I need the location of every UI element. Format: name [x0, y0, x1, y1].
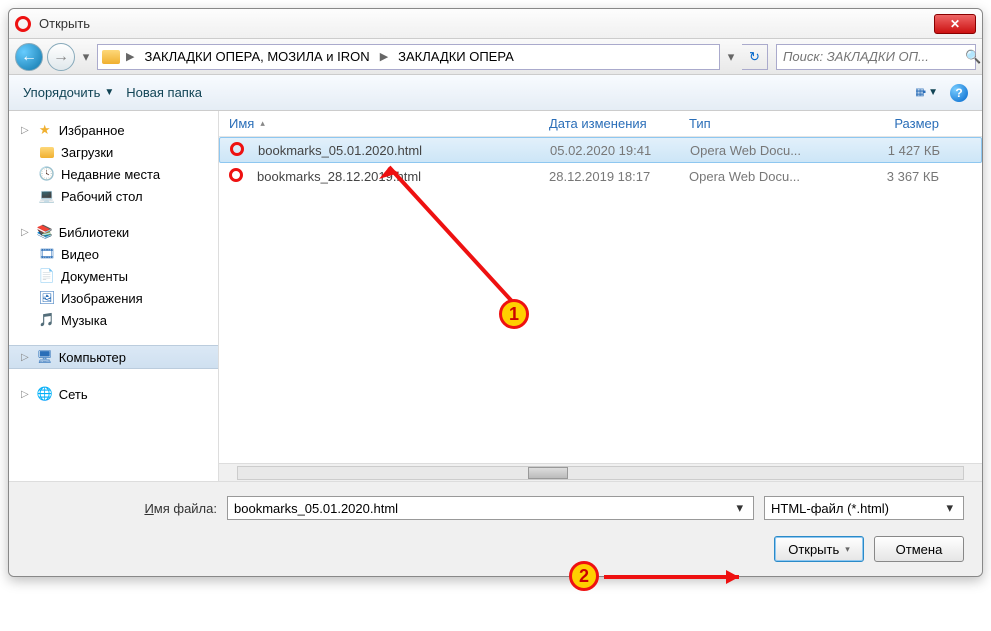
sidebar-downloads[interactable]: Загрузки [9, 141, 218, 163]
chevron-right-icon: ▶ [122, 50, 138, 63]
forward-button[interactable]: → [47, 43, 75, 71]
back-button[interactable]: ← [15, 43, 43, 71]
sidebar-pictures[interactable]: 🖼Изображения [9, 287, 218, 309]
sidebar-network[interactable]: ▷🌐Сеть [9, 383, 218, 405]
sidebar-libraries[interactable]: ▷📚Библиотеки [9, 221, 218, 243]
sidebar-music[interactable]: 🎵Музыка [9, 309, 218, 331]
file-row[interactable]: bookmarks_28.12.2019.html 28.12.2019 18:… [219, 163, 982, 189]
history-dropdown[interactable]: ▾ [79, 43, 93, 71]
toolbar: Упорядочить▼ Новая папка ▦▪▼ ? [9, 75, 982, 111]
filetype-select[interactable]: HTML-файл (*.html) ▾ [764, 496, 964, 520]
col-type[interactable]: Тип [679, 111, 839, 136]
column-headers: Имя▴ Дата изменения Тип Размер [219, 111, 982, 137]
breadcrumb-seg-1[interactable]: ЗАКЛАДКИ ОПЕРА, МОЗИЛА и IRON [140, 49, 373, 64]
window-title: Открыть [39, 16, 90, 31]
search-icon[interactable]: 🔍 [965, 49, 981, 65]
sidebar-recent[interactable]: 🕓Недавние места [9, 163, 218, 185]
chevron-down-icon: ▾ [942, 500, 957, 516]
open-file-dialog: Открыть ✕ ← → ▾ ▶ ЗАКЛАДКИ ОПЕРА, МОЗИЛА… [8, 8, 983, 577]
horizontal-scrollbar[interactable] [219, 463, 982, 481]
open-button[interactable]: Открыть▾ [774, 536, 864, 562]
chevron-right-icon: ▶ [376, 50, 392, 63]
sidebar: ▷★Избранное Загрузки 🕓Недавние места 💻Ра… [9, 111, 219, 481]
sidebar-documents[interactable]: 📄Документы [9, 265, 218, 287]
close-button[interactable]: ✕ [934, 14, 976, 34]
opera-file-icon [230, 142, 246, 158]
folder-icon [102, 50, 120, 64]
filename-input[interactable] [234, 501, 732, 516]
titlebar: Открыть ✕ [9, 9, 982, 39]
col-date[interactable]: Дата изменения [539, 111, 679, 136]
nav-bar: ← → ▾ ▶ ЗАКЛАДКИ ОПЕРА, МОЗИЛА и IRON ▶ … [9, 39, 982, 75]
file-rows: bookmarks_05.01.2020.html 05.02.2020 19:… [219, 137, 982, 463]
search-box[interactable]: 🔍 [776, 44, 976, 70]
opera-file-icon [229, 168, 245, 184]
sidebar-computer[interactable]: ▷🖥Компьютер [9, 345, 218, 369]
filename-field[interactable]: ▾ [227, 496, 754, 520]
col-size[interactable]: Размер [839, 111, 949, 136]
footer: Имя файла: ▾ HTML-файл (*.html) ▾ Открыт… [9, 481, 982, 576]
search-input[interactable] [783, 49, 961, 64]
body-area: ▷★Избранное Загрузки 🕓Недавние места 💻Ра… [9, 111, 982, 481]
file-list: Имя▴ Дата изменения Тип Размер bookmarks… [219, 111, 982, 481]
sidebar-favorites[interactable]: ▷★Избранное [9, 119, 218, 141]
new-folder-button[interactable]: Новая папка [126, 85, 202, 100]
filename-label: Имя файла: [27, 501, 217, 516]
file-row[interactable]: bookmarks_05.01.2020.html 05.02.2020 19:… [219, 137, 982, 163]
view-options-button[interactable]: ▦▪▼ [915, 87, 938, 98]
refresh-button[interactable]: ↻ [742, 44, 768, 70]
opera-icon [15, 16, 31, 32]
sidebar-videos[interactable]: 🎞Видео [9, 243, 218, 265]
breadcrumb[interactable]: ▶ ЗАКЛАДКИ ОПЕРА, МОЗИЛА и IRON ▶ ЗАКЛАД… [97, 44, 720, 70]
filename-history-dropdown[interactable]: ▾ [732, 500, 747, 516]
breadcrumb-dropdown[interactable]: ▾ [724, 43, 738, 71]
col-name[interactable]: Имя▴ [219, 111, 539, 136]
organize-menu[interactable]: Упорядочить▼ [23, 85, 114, 100]
cancel-button[interactable]: Отмена [874, 536, 964, 562]
help-icon[interactable]: ? [950, 84, 968, 102]
sidebar-desktop[interactable]: 💻Рабочий стол [9, 185, 218, 207]
breadcrumb-seg-2[interactable]: ЗАКЛАДКИ ОПЕРА [394, 49, 518, 64]
sort-indicator-icon: ▴ [260, 118, 265, 129]
